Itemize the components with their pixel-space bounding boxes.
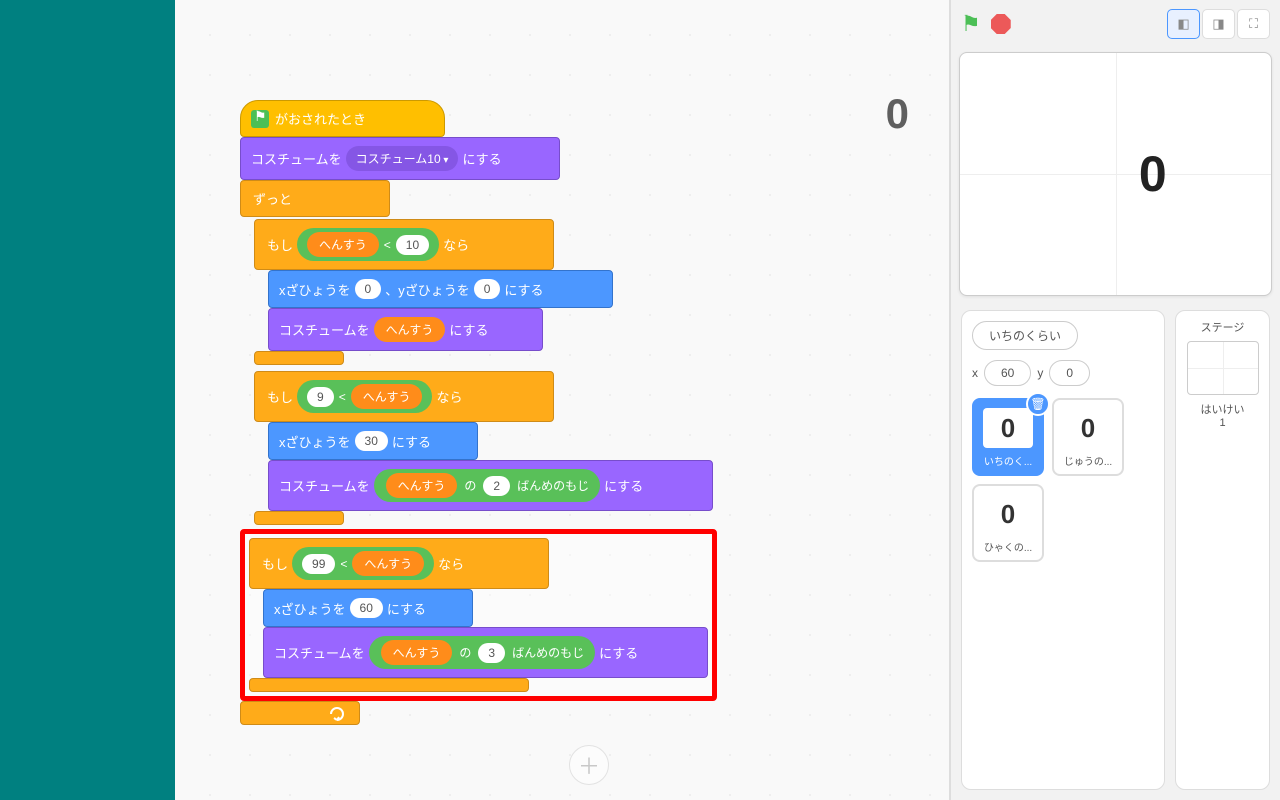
sprite-x-field[interactable]: 60: [984, 360, 1031, 386]
less-than-operator[interactable]: へんすう < 10: [297, 228, 439, 261]
stage-preview[interactable]: 0: [959, 52, 1272, 296]
if-block-1[interactable]: もし へんすう < 10 なら: [254, 219, 554, 270]
if-cap: [254, 351, 344, 365]
forever-block[interactable]: ずっと: [240, 180, 390, 217]
letter-of-operator[interactable]: へんすう の 3 ばんめのもじ: [369, 636, 595, 669]
switch-costume-block[interactable]: コスチュームを へんすう にする: [268, 308, 543, 351]
stage-title: ステージ: [1184, 319, 1261, 335]
x-input[interactable]: 60: [350, 598, 383, 618]
stage-thumbnail[interactable]: [1187, 341, 1259, 395]
fullscreen-button[interactable]: ⛶: [1237, 9, 1270, 39]
forever-cap: [240, 701, 360, 725]
switch-costume-block[interactable]: コスチュームを へんすう の 3 ばんめのもじ にする: [263, 627, 708, 678]
when-flag-clicked-block[interactable]: がおされたとき: [240, 100, 445, 137]
large-stage-button[interactable]: ◨: [1202, 9, 1235, 39]
costume-dropdown[interactable]: コスチューム10: [346, 146, 459, 171]
set-x-block[interactable]: xざひょうを 30 にする: [268, 422, 478, 460]
stage-sprite-display: 0: [1139, 145, 1167, 203]
less-than-operator[interactable]: 99 < へんすう: [292, 547, 434, 580]
backdrops-count: 1: [1184, 417, 1261, 429]
sprite-card-juuno[interactable]: 0 じゅうの...: [1052, 398, 1124, 476]
sprite-y-field[interactable]: 0: [1049, 360, 1090, 386]
set-x-block[interactable]: xざひょうを 60 にする: [263, 589, 473, 627]
sprite-panel: いちのくらい x 60 y 0 🗑 0 いちのく... 0: [961, 310, 1165, 790]
green-flag-button[interactable]: ⚑: [961, 11, 981, 37]
x-input[interactable]: 30: [355, 431, 388, 451]
switch-costume-block[interactable]: コスチュームを コスチューム10 にする: [240, 137, 560, 180]
stage-controls: ⚑ ◧ ◨ ⛶: [951, 0, 1280, 48]
add-extension-button[interactable]: ＋: [569, 745, 609, 785]
flag-icon: [251, 110, 269, 128]
sprite-card-hyakuno[interactable]: 0 ひゃくの...: [972, 484, 1044, 562]
variable-reporter[interactable]: へんすう: [352, 551, 424, 576]
if-block-3[interactable]: もし 99 < へんすう なら: [249, 538, 549, 589]
delete-sprite-button[interactable]: 🗑: [1026, 392, 1050, 416]
loop-arrow-icon: [329, 706, 349, 722]
block-label: がおされたとき: [275, 109, 366, 128]
switch-costume-block[interactable]: コスチュームを へんすう の 2 ばんめのもじ にする: [268, 460, 713, 511]
variable-reporter[interactable]: へんすう: [386, 473, 458, 498]
y-input[interactable]: 0: [474, 279, 501, 299]
number-input[interactable]: 2: [483, 476, 510, 496]
letter-of-operator[interactable]: へんすう の 2 ばんめのもじ: [374, 469, 600, 502]
if-cap: [254, 511, 344, 525]
sprite-card-ichinokurai[interactable]: 🗑 0 いちのく...: [972, 398, 1044, 476]
variable-reporter[interactable]: へんすう: [307, 232, 379, 257]
highlighted-blocks: もし 99 < へんすう なら xざひょうを 60 にする コスチ: [240, 529, 717, 701]
variable-reporter[interactable]: へんすう: [381, 640, 453, 665]
stage-selector[interactable]: ステージ はいけい 1: [1175, 310, 1270, 790]
variable-reporter[interactable]: へんすう: [374, 317, 446, 342]
if-block-2[interactable]: もし 9 < へんすう なら: [254, 371, 554, 422]
small-stage-button[interactable]: ◧: [1167, 9, 1200, 39]
x-input[interactable]: 0: [355, 279, 382, 299]
sprite-name-field[interactable]: いちのくらい: [972, 321, 1078, 350]
less-than-operator[interactable]: 9 < へんすう: [297, 380, 432, 413]
stop-button[interactable]: [991, 14, 1011, 34]
number-input[interactable]: 99: [302, 554, 335, 574]
backdrops-label: はいけい: [1184, 401, 1261, 417]
variable-reporter[interactable]: へんすう: [351, 384, 423, 409]
number-input[interactable]: 3: [478, 643, 505, 663]
if-cap: [249, 678, 529, 692]
number-input[interactable]: 9: [307, 387, 334, 407]
variable-monitor: 0: [886, 90, 909, 138]
script-area[interactable]: 0 がおされたとき コスチュームを コスチューム10 にする ずっと もし: [175, 0, 950, 800]
go-to-xy-block[interactable]: xざひょうを 0 、yざひょうを 0 にする: [268, 270, 613, 308]
number-input[interactable]: 10: [396, 235, 429, 255]
